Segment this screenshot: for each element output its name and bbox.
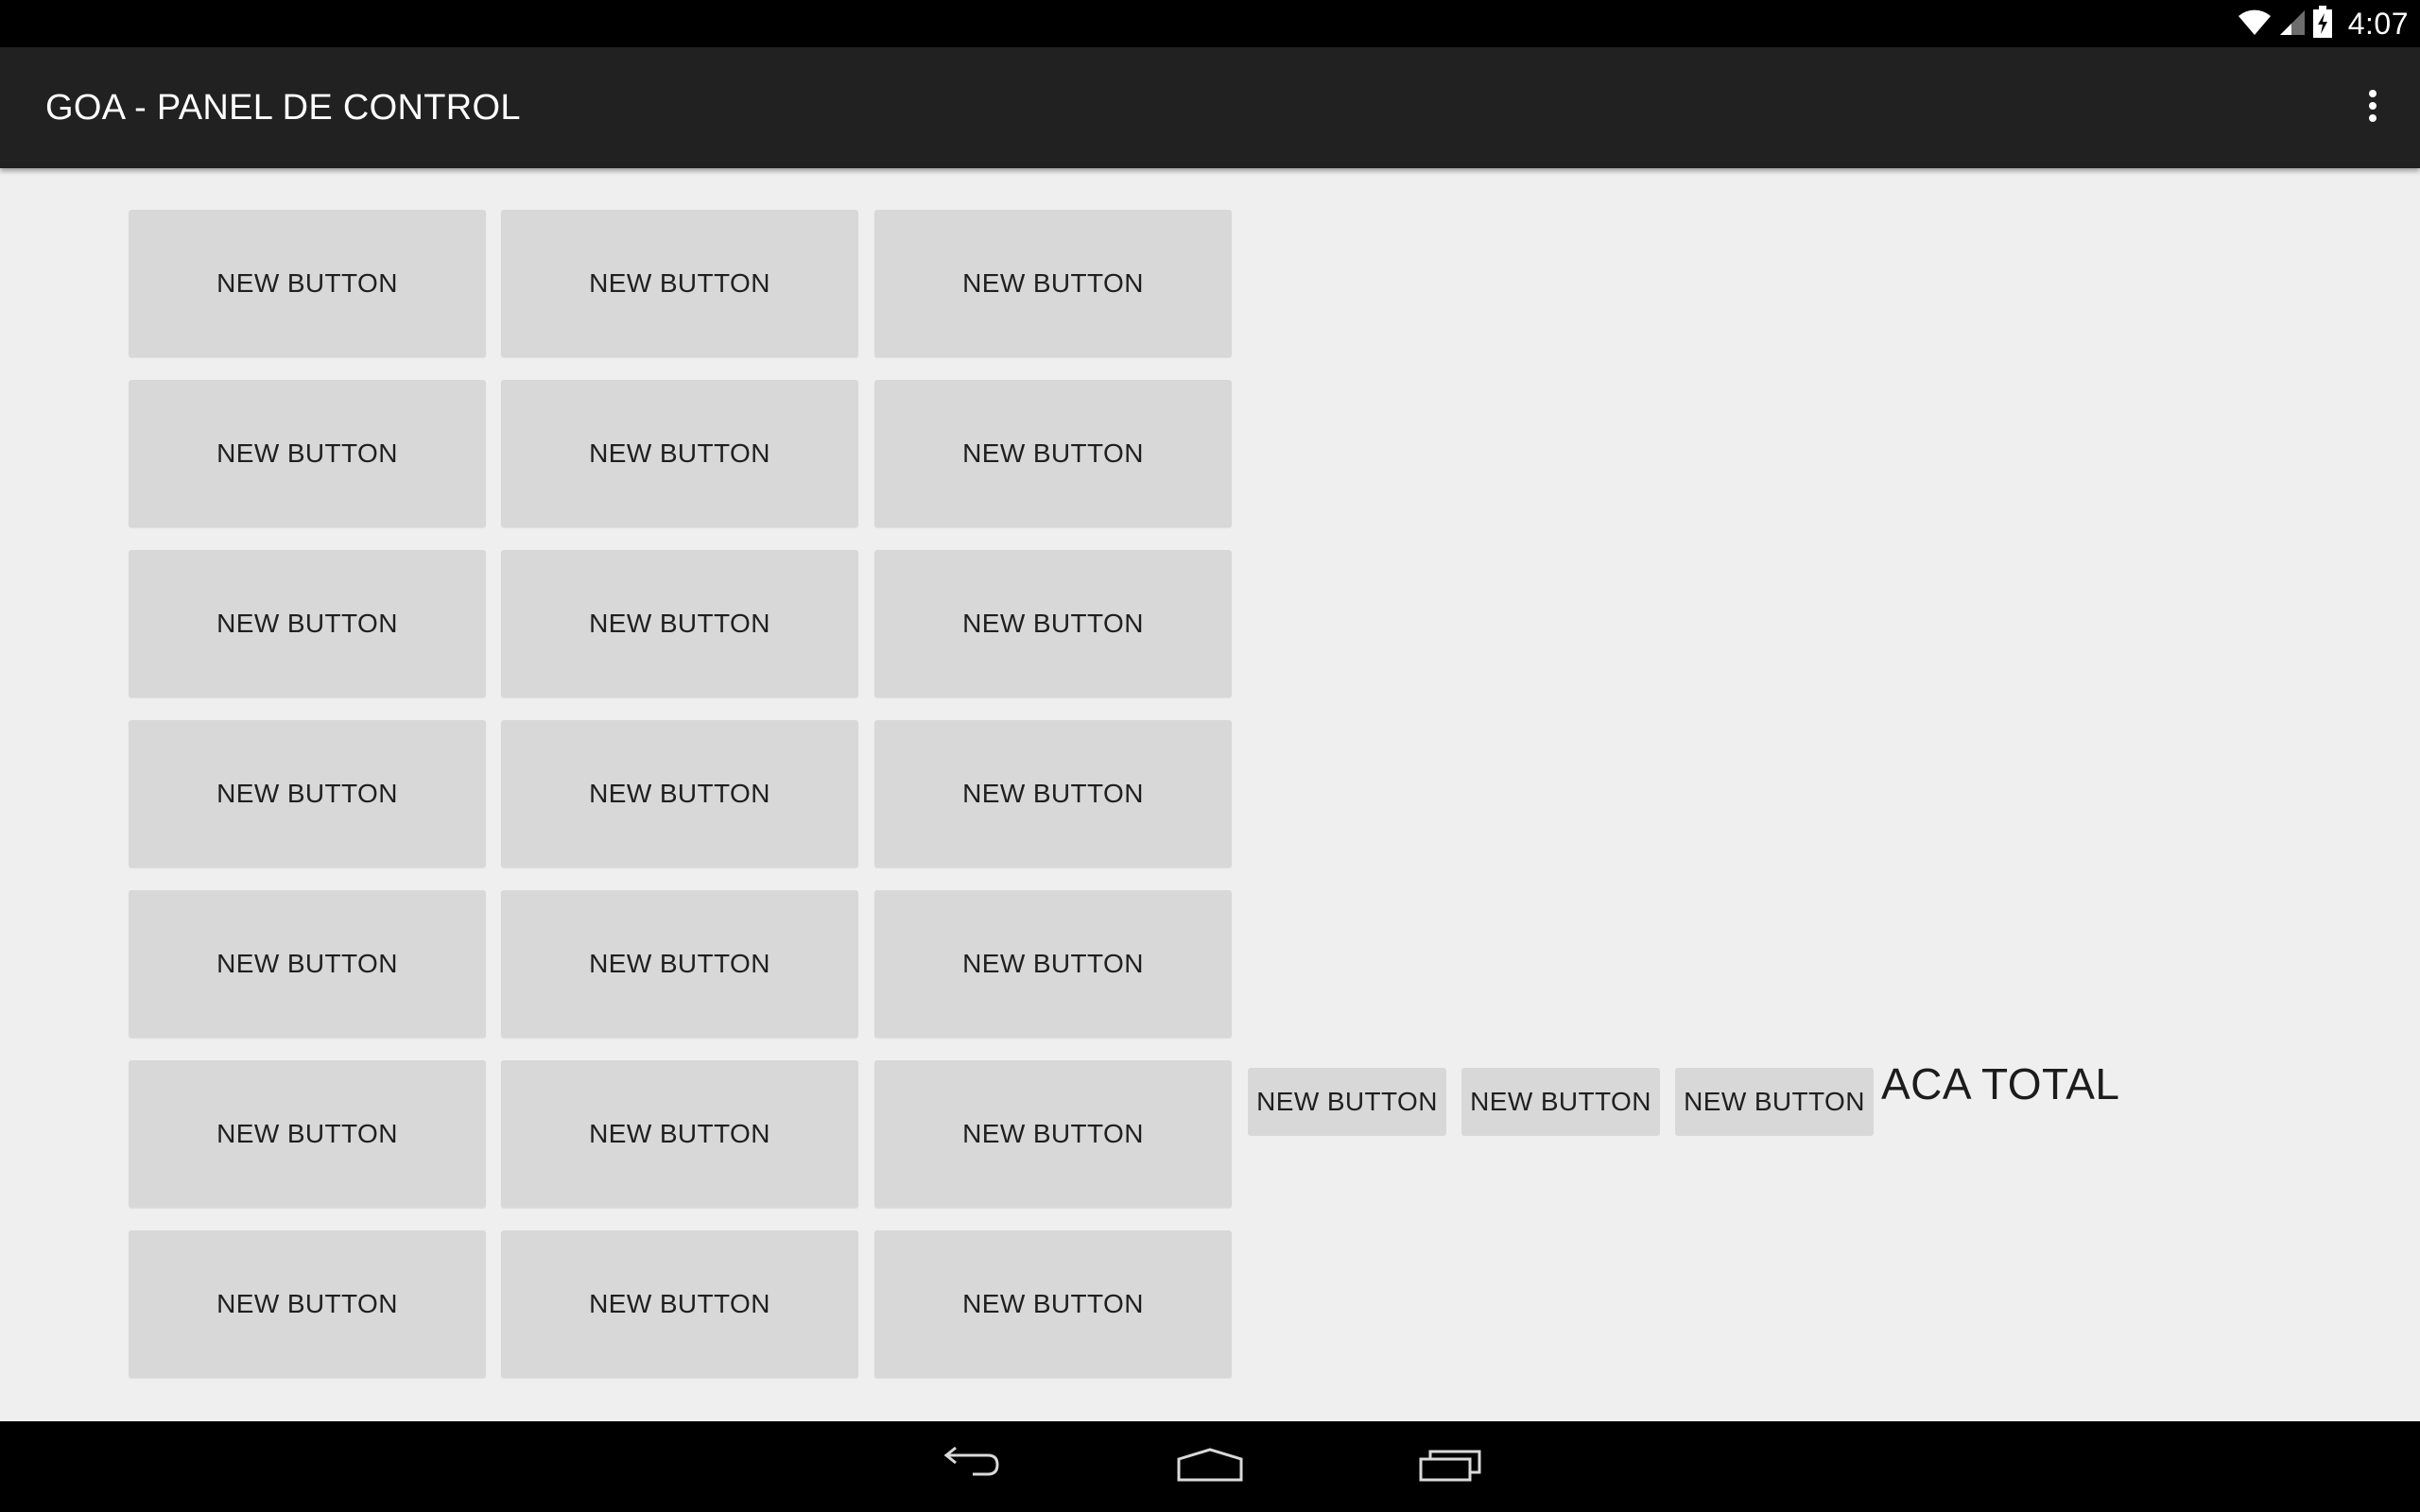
grid-button-r6c1[interactable]: NEW BUTTON xyxy=(129,1060,486,1208)
grid-button-r3c3[interactable]: NEW BUTTON xyxy=(874,550,1232,697)
back-icon xyxy=(935,1446,1001,1488)
grid-button-r6c2[interactable]: NEW BUTTON xyxy=(501,1060,858,1208)
recents-icon xyxy=(1417,1446,1487,1488)
grid-button-r7c3[interactable]: NEW BUTTON xyxy=(874,1230,1232,1378)
back-button[interactable] xyxy=(911,1429,1025,1504)
status-time: 4:07 xyxy=(2347,6,2409,41)
status-icons: 4:07 xyxy=(2237,0,2409,47)
grid-button-r7c2[interactable]: NEW BUTTON xyxy=(501,1230,858,1378)
battery-charging-icon xyxy=(2312,5,2333,43)
status-bar: 4:07 xyxy=(0,0,2420,47)
grid-button-r3c1[interactable]: NEW BUTTON xyxy=(129,550,486,697)
signal-icon xyxy=(2278,7,2307,42)
grid-button-r7c1[interactable]: NEW BUTTON xyxy=(129,1230,486,1378)
action-bar: GOA - PANEL DE CONTROL xyxy=(0,47,2420,168)
navigation-bar xyxy=(0,1421,2420,1512)
grid-button-r1c2[interactable]: NEW BUTTON xyxy=(501,210,858,357)
home-button[interactable] xyxy=(1153,1429,1267,1504)
grid-button-r2c1[interactable]: NEW BUTTON xyxy=(129,380,486,527)
side-button-1[interactable]: NEW BUTTON xyxy=(1248,1068,1446,1136)
content-area: NEW BUTTON NEW BUTTON NEW BUTTON NEW BUTTON… xyxy=(0,168,2420,1421)
grid-button-r4c2[interactable]: NEW BUTTON xyxy=(501,720,858,868)
grid-button-r2c3[interactable]: NEW BUTTON xyxy=(874,380,1232,527)
grid-button-r4c1[interactable]: NEW BUTTON xyxy=(129,720,486,868)
grid-button-r5c3[interactable]: NEW BUTTON xyxy=(874,890,1232,1038)
grid-button-r1c3[interactable]: NEW BUTTON xyxy=(874,210,1232,357)
overflow-menu-icon xyxy=(2367,89,2378,128)
side-button-3[interactable]: NEW BUTTON xyxy=(1675,1068,1874,1136)
grid-button-r4c3[interactable]: NEW BUTTON xyxy=(874,720,1232,868)
app-title: GOA - PANEL DE CONTROL xyxy=(45,88,521,128)
recents-button[interactable] xyxy=(1395,1429,1509,1504)
overflow-menu-button[interactable] xyxy=(2335,70,2411,146)
grid-button-r3c2[interactable]: NEW BUTTON xyxy=(501,550,858,697)
grid-button-r5c2[interactable]: NEW BUTTON xyxy=(501,890,858,1038)
grid-button-r6c3[interactable]: NEW BUTTON xyxy=(874,1060,1232,1208)
grid-button-r2c2[interactable]: NEW BUTTON xyxy=(501,380,858,527)
grid-button-r1c1[interactable]: NEW BUTTON xyxy=(129,210,486,357)
total-label: ACA TOTAL xyxy=(1881,1059,2120,1108)
side-button-2[interactable]: NEW BUTTON xyxy=(1461,1068,1660,1136)
home-icon xyxy=(1175,1446,1245,1488)
wifi-icon xyxy=(2237,7,2273,42)
grid-button-r5c1[interactable]: NEW BUTTON xyxy=(129,890,486,1038)
